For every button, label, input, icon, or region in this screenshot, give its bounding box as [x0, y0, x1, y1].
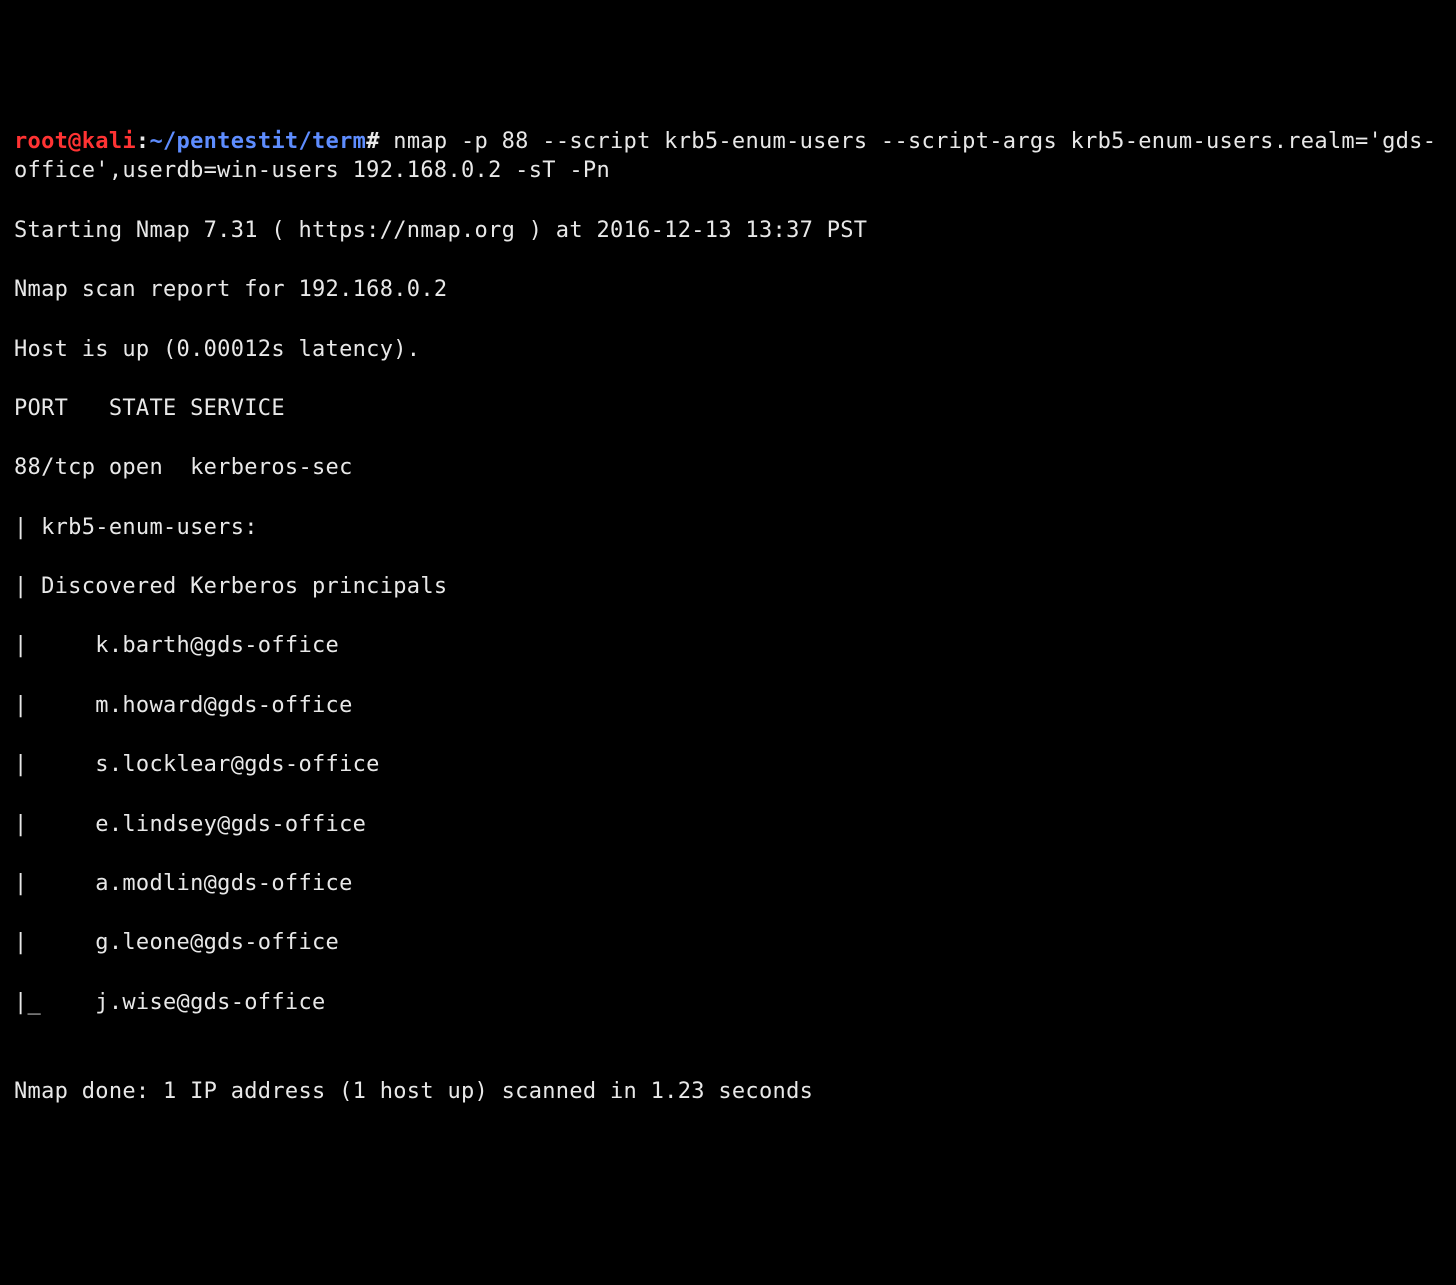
output-line: | k.barth@gds-office	[14, 631, 1442, 661]
output-line: 88/tcp open kerberos-sec	[14, 453, 1442, 483]
output-line: |_ j.wise@gds-office	[14, 988, 1442, 1018]
prompt-hash: #	[366, 129, 380, 154]
output-line: Nmap scan report for 192.168.0.2	[14, 275, 1442, 305]
output-line: Starting Nmap 7.31 ( https://nmap.org ) …	[14, 216, 1442, 246]
prompt-separator: :	[136, 129, 150, 154]
output-line: Nmap done: 1 IP address (1 host up) scan…	[14, 1077, 1442, 1107]
output-line: | e.lindsey@gds-office	[14, 810, 1442, 840]
output-line: PORT STATE SERVICE	[14, 394, 1442, 424]
shell-prompt: root@kali:~/pentestit/term#	[14, 129, 380, 154]
output-line: | a.modlin@gds-office	[14, 869, 1442, 899]
output-line: | m.howard@gds-office	[14, 691, 1442, 721]
output-line: | Discovered Kerberos principals	[14, 572, 1442, 602]
output-line: Host is up (0.00012s latency).	[14, 335, 1442, 365]
output-line: | s.locklear@gds-office	[14, 750, 1442, 780]
prompt-user: root@kali	[14, 129, 136, 154]
terminal-window[interactable]: root@kali:~/pentestit/term# nmap -p 88 -…	[14, 127, 1442, 1136]
output-line: | krb5-enum-users:	[14, 513, 1442, 543]
output-line: | g.leone@gds-office	[14, 928, 1442, 958]
prompt-cwd: ~/pentestit/term	[149, 129, 366, 154]
